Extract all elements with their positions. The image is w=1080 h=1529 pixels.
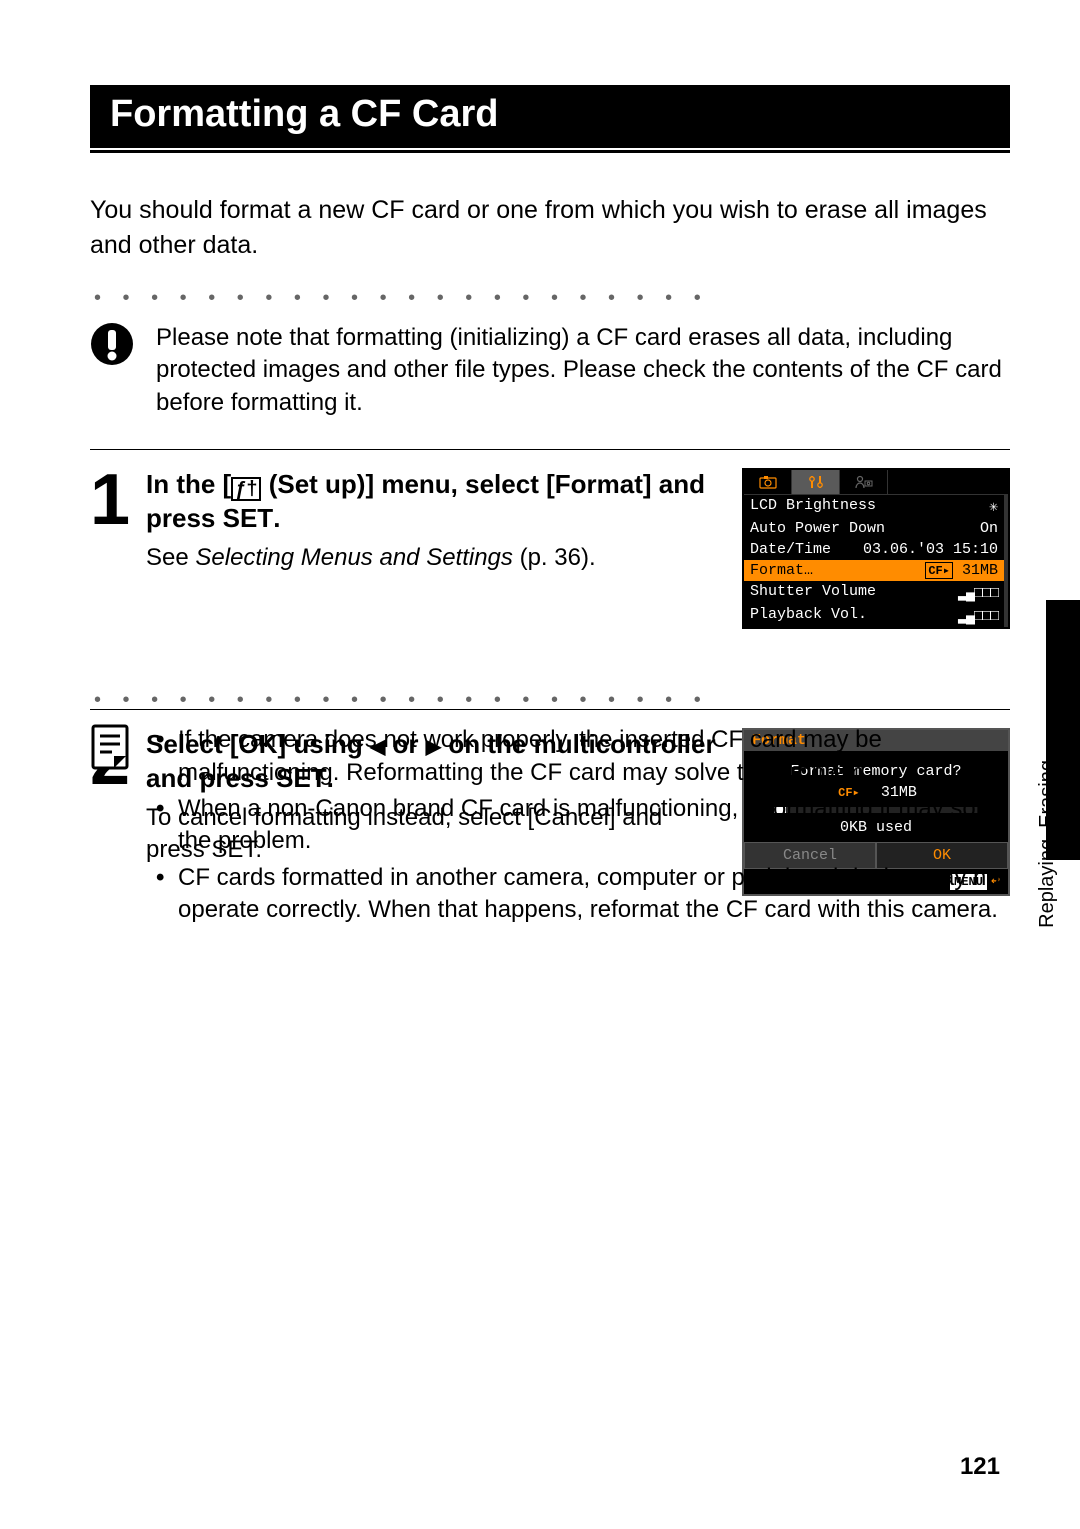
page-title: Formatting a CF Card: [90, 85, 1010, 148]
label: Format…: [750, 562, 813, 579]
tab-mycamera-icon: [840, 470, 888, 494]
value: ▂▄□□□: [958, 583, 998, 602]
value: On: [980, 520, 998, 537]
note-item: CF cards formatted in another camera, co…: [156, 862, 1010, 927]
tab-camera-icon: [744, 470, 792, 494]
text: See: [146, 544, 195, 571]
menu-row-datetime: Date/Time 03.06.'03 15:10: [744, 539, 1008, 560]
note-item: If the camera does not work properly, th…: [156, 724, 1010, 789]
text: .: [273, 503, 280, 533]
divider-dots: • • • • • • • • • • • • • • • • • • • • …: [94, 689, 1010, 712]
value: 31MB: [962, 562, 998, 579]
chapter-label: Replaying, Erasing: [1036, 760, 1059, 928]
value: ▂▄□□□: [958, 606, 998, 625]
warning-icon: [90, 322, 134, 371]
note-icon: [90, 724, 134, 775]
label: Auto Power Down: [750, 520, 885, 537]
label: Shutter Volume: [750, 583, 876, 602]
value: ✳: [989, 497, 998, 516]
title-rule: [90, 150, 1010, 153]
label: Playback Vol.: [750, 606, 867, 625]
step-1: 1 In the [ƒ† (Set up)] menu, select [For…: [90, 449, 1010, 649]
value: 03.06.'03 15:10: [863, 541, 998, 558]
setup-icon: ƒ†: [231, 477, 261, 501]
cf-icon: CF▸: [925, 562, 953, 579]
divider-dots: • • • • • • • • • • • • • • • • • • • • …: [94, 287, 1010, 310]
menu-row-autopower: Auto Power Down On: [744, 518, 1008, 539]
step-1-number: 1: [90, 468, 146, 533]
warning-text: Please note that formatting (initializin…: [156, 322, 1010, 419]
menu-row-format: Format… CF▸ 31MB: [744, 560, 1008, 581]
text: (p. 36).: [513, 544, 596, 571]
set-label: SET: [223, 503, 274, 533]
label: Date/Time: [750, 541, 831, 558]
text: Selecting Menus and Settings: [195, 544, 513, 571]
notes-list: If the camera does not work properly, th…: [156, 724, 1010, 930]
note-item: When a non-Canon brand CF card is malfun…: [156, 793, 1010, 858]
page-number: 121: [960, 1453, 1000, 1481]
menu-row-brightness: LCD Brightness ✳: [744, 495, 1008, 518]
step-1-desc: See Selecting Menus and Settings (p. 36)…: [146, 542, 726, 574]
intro-text: You should format a new CF card or one f…: [90, 193, 1010, 263]
text: In the [: [146, 469, 231, 499]
setup-menu-screenshot: LCD Brightness ✳ Auto Power Down On Date/T…: [742, 468, 1010, 629]
tab-setup-icon: [792, 470, 840, 494]
label: LCD Brightness: [750, 497, 876, 516]
step-1-title: In the [ƒ† (Set up)] menu, select [Forma…: [146, 468, 726, 536]
menu-row-playbackvol: Playback Vol. ▂▄□□□: [744, 604, 1008, 627]
menu-row-shuttervol: Shutter Volume ▂▄□□□: [744, 581, 1008, 604]
